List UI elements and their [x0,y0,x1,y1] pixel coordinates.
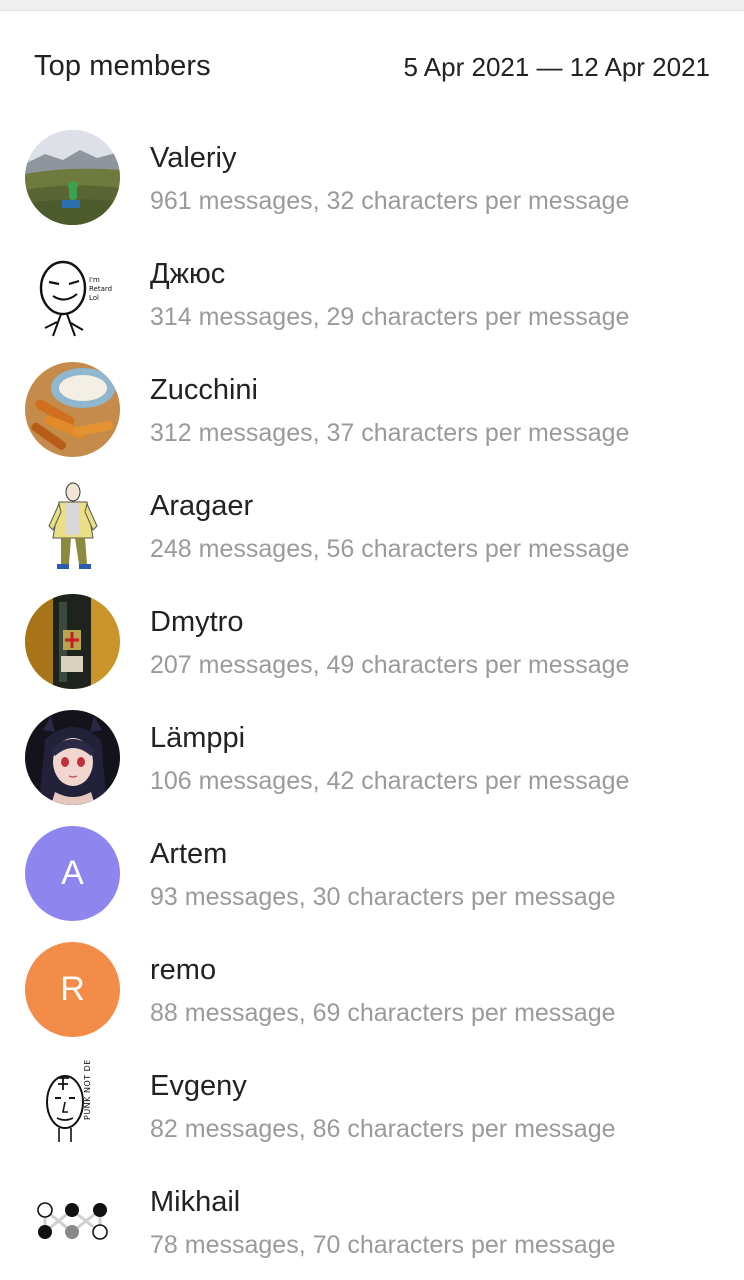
member-avatar-photo[interactable] [25,362,120,457]
member-row[interactable]: Dmytro 207 messages, 49 characters per m… [0,580,744,696]
member-row[interactable]: PUNK NOT DEAD Evgeny 82 messages, 86 cha… [0,1044,744,1160]
member-row[interactable]: Zucchini 312 messages, 37 characters per… [0,348,744,464]
member-row[interactable]: I'm Retard Lol Джюс 314 messages, 29 cha… [0,232,744,348]
section-title: Top members [34,50,211,82]
member-avatar-anime[interactable] [25,710,120,805]
member-row[interactable]: A Artem 93 messages, 30 characters per m… [0,812,744,928]
member-stats: 82 messages, 86 characters per message [150,1115,616,1143]
member-avatar-cartoon[interactable] [25,478,120,573]
top-members-header: Top members 5 Apr 2021 — 12 Apr 2021 [0,10,744,116]
member-stats: 106 messages, 42 characters per message [150,767,630,795]
member-avatar-letter[interactable]: R [25,942,120,1037]
member-row[interactable]: Lämppi 106 messages, 42 characters per m… [0,696,744,812]
member-name: Zucchini [150,374,258,406]
date-range[interactable]: 5 Apr 2021 — 12 Apr 2021 [404,52,710,83]
member-name: Lämppi [150,722,246,754]
avatar-caption: PUNK NOT DEAD [83,1058,92,1120]
avatar-initial: R [60,970,85,1008]
member-avatar-drawing[interactable]: I'm Retard Lol [25,246,120,341]
member-name: Valeriy [150,142,237,174]
member-stats: 314 messages, 29 characters per message [150,303,630,331]
member-name: remo [150,954,217,986]
member-row[interactable]: Mikhail 78 messages, 70 characters per m… [0,1160,744,1276]
member-stats: 961 messages, 32 characters per message [150,187,630,215]
member-avatar-drawing[interactable]: PUNK NOT DEAD [25,1058,120,1153]
member-avatar-photo[interactable] [25,594,120,689]
avatar-caption: I'm Retard Lol [89,276,113,302]
member-avatar-photo[interactable] [25,130,120,225]
member-stats: 248 messages, 56 characters per message [150,535,630,563]
member-name: Evgeny [150,1070,247,1102]
avatar-initial: A [61,854,84,892]
member-name: Dmytro [150,606,244,638]
member-stats: 93 messages, 30 characters per message [150,883,616,911]
member-row[interactable]: R remo 88 messages, 69 characters per me… [0,928,744,1044]
member-avatar-letter[interactable]: A [25,826,120,921]
member-name: Mikhail [150,1186,241,1218]
member-stats: 78 messages, 70 characters per message [150,1231,616,1259]
member-stats: 88 messages, 69 characters per message [150,999,616,1027]
member-stats: 207 messages, 49 characters per message [150,651,630,679]
member-row[interactable]: Valeriy 961 messages, 32 characters per … [0,116,744,232]
member-name: Джюс [150,258,226,290]
members-list: Valeriy 961 messages, 32 characters per … [0,116,744,1276]
member-avatar-pattern[interactable] [25,1174,120,1269]
member-name: Aragaer [150,490,254,522]
member-row[interactable]: Aragaer 248 messages, 56 characters per … [0,464,744,580]
member-stats: 312 messages, 37 characters per message [150,419,630,447]
member-name: Artem [150,838,228,870]
